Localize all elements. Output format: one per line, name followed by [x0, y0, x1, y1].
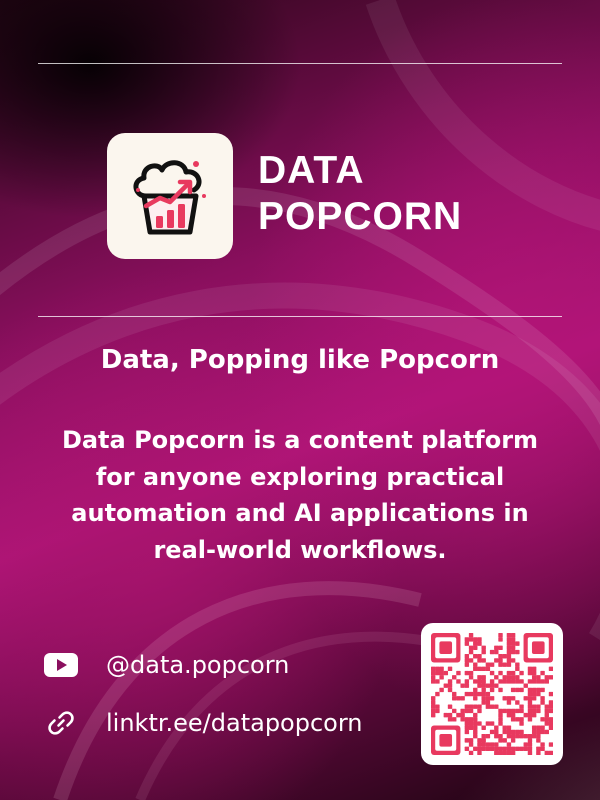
linktree-url[interactable]: linktr.ee/datapopcorn [106, 709, 363, 737]
brand-line-1: DATA [258, 149, 365, 192]
youtube-handle[interactable]: @data.popcorn [106, 651, 289, 679]
middle-divider [38, 316, 562, 317]
link-icon [44, 706, 78, 740]
top-divider [38, 63, 562, 64]
brand-name: DATA POPCORN [258, 148, 462, 240]
description: Data Popcorn is a content platform for a… [61, 426, 539, 564]
popcorn-chart-icon [133, 160, 206, 235]
tagline: Data, Popping like Popcorn [100, 345, 500, 375]
qr-code[interactable] [421, 623, 563, 765]
logo-tile [107, 133, 233, 259]
youtube-icon [44, 648, 78, 682]
brand-line-2: POPCORN [258, 195, 463, 238]
qr-code-pattern [431, 633, 553, 755]
youtube-link-row[interactable]: @data.popcorn [44, 648, 289, 682]
linktree-link-row[interactable]: linktr.ee/datapopcorn [44, 706, 363, 740]
